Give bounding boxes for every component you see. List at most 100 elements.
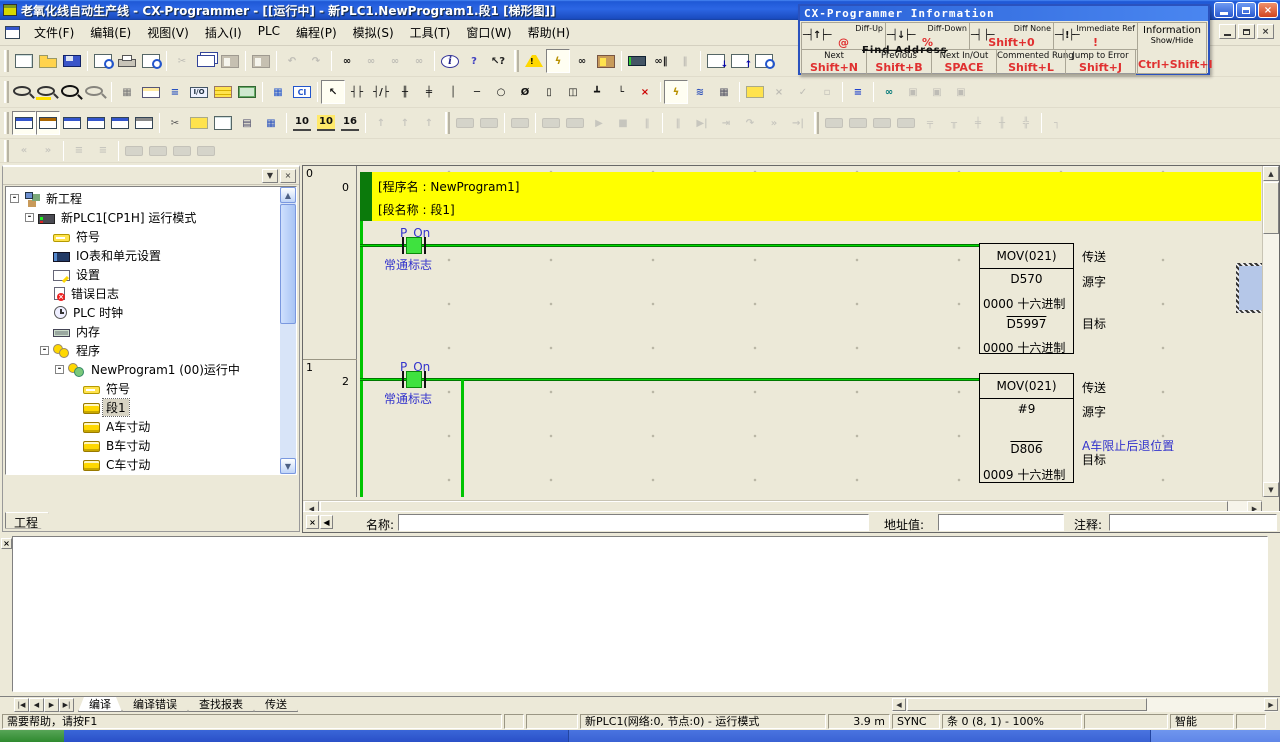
pause-trigger-button[interactable]: ≋ [688,80,712,104]
scroll-up-icon[interactable]: ▲ [280,187,296,203]
instruction-block-button[interactable]: ◫ [561,80,585,104]
output-tab-compile[interactable]: 编译 [78,697,122,712]
symbol-table-button[interactable]: ▦ [266,80,290,104]
cx-programmer-information-popup[interactable]: CX-Programmer Information ─┤↑├─Diff-Up@─… [798,4,1210,75]
rung1-mov-block[interactable]: MOV(021) #9 D806 0009 十六进制 [979,373,1074,483]
scroll-down-icon[interactable]: ▼ [280,458,296,474]
scroll-thumb[interactable] [280,204,296,324]
menu-item-7[interactable]: 工具(T) [402,21,459,44]
differential-monitor-button[interactable]: ≡ [846,80,870,104]
window-watch-button[interactable] [60,111,84,135]
instruction-button[interactable]: ▯ [537,80,561,104]
contact-nc-button[interactable]: ┤/├ [369,80,393,104]
child-minimize-button[interactable] [1219,24,1236,39]
tree-item-io-table[interactable]: IO表和单元设置 [6,246,296,265]
contact-or-no-button[interactable]: ╫ [393,80,417,104]
work-online-button[interactable]: ∞‖ [649,49,673,73]
line-connect-button[interactable]: └ [609,80,633,104]
find-warning-button[interactable]: ∞ [570,49,594,73]
menu-item-9[interactable]: 帮助(H) [520,21,578,44]
zoom-tool-button[interactable] [12,80,36,104]
output-tab-find-report[interactable]: 查找报表 [188,697,254,712]
tree-item-section-duan1[interactable]: 段1 [6,398,296,417]
contact-or-nc-button[interactable]: ╪ [417,80,441,104]
start-button-edge[interactable] [0,730,64,742]
horizontal-line-button[interactable]: ─ [465,80,489,104]
compile-button[interactable] [522,49,546,73]
output-tab-transfer[interactable]: 传送 [254,697,298,712]
compare-with-plc-button[interactable] [752,49,776,73]
expand-toggle-icon[interactable]: - [55,365,64,374]
tree-item-section-a-car[interactable]: A车寸动 [6,417,296,436]
tab-last-button[interactable]: ▶| [59,698,74,712]
scroll-down-icon[interactable]: ▼ [1263,482,1279,497]
rung1-contact[interactable] [402,371,426,388]
tree-item-symbols[interactable]: 符号 [6,227,296,246]
force-on-button[interactable] [743,80,767,104]
tree-item-plc-clock[interactable]: PLC 时钟 [6,303,296,322]
menu-item-3[interactable]: 插入(I) [197,21,250,44]
scroll-up-icon[interactable]: ▲ [1263,166,1279,181]
rung1-margin-cell[interactable]: 1 2 [303,360,357,497]
transfer-from-plc-button[interactable] [728,49,752,73]
tab-first-button[interactable]: |◀ [14,698,29,712]
close-button[interactable]: × [1258,2,1278,18]
new-button[interactable] [12,49,36,73]
line-delete-button[interactable]: × [633,80,657,104]
menu-item-8[interactable]: 窗口(W) [458,21,519,44]
compile-output-area[interactable] [12,536,1268,692]
compile-online-button[interactable]: ϟ [546,49,570,73]
restore-button[interactable] [1236,2,1256,18]
dialog-grid-button[interactable]: ▦ [259,111,283,135]
rung0-contact[interactable] [402,237,426,254]
expand-toggle-icon[interactable]: - [25,213,34,222]
dialog-list-button[interactable]: ▤ [235,111,259,135]
tab-prev-button[interactable]: ◀ [29,698,44,712]
window-cascade-button[interactable] [12,111,36,135]
scroll-thumb[interactable] [1263,182,1279,234]
menu-item-4[interactable]: PLC [250,21,288,44]
show-comments-button[interactable] [139,80,163,104]
invert-instruction-button[interactable]: ┻ [585,80,609,104]
program-structure-button[interactable] [235,80,259,104]
monitor-decimal-button[interactable]: 10 [290,111,314,135]
print-preview-button[interactable] [139,49,163,73]
selection-box[interactable] [1236,263,1263,313]
copy-button[interactable] [194,49,218,73]
workspace-close-button[interactable]: × [280,169,296,183]
child-restore-button[interactable] [1238,24,1255,39]
io-comment-view-button[interactable]: I/O [187,80,211,104]
tree-item-section-c-car[interactable]: C车寸动 [6,455,296,474]
zoom-marker-button[interactable] [36,80,60,104]
expand-toggle-icon[interactable]: - [10,194,19,203]
context-help-button[interactable]: ↖? [486,49,510,73]
tab-project[interactable]: 工程 [5,512,49,529]
rung-wrap-button[interactable]: ≡ [163,80,187,104]
split-window-button[interactable]: ✂ [163,111,187,135]
save-button[interactable] [60,49,84,73]
ladder-canvas[interactable]: [程序名 : NewProgram1] [段名称 : 段1] P_On 常通标志… [358,166,1263,497]
address-field[interactable] [938,514,1064,531]
window-output-button[interactable] [108,111,132,135]
tree-item-section-b-car[interactable]: B车寸动 [6,436,296,455]
child-close-button[interactable]: × [1257,24,1274,39]
monitor-online-button[interactable]: ϟ [664,80,688,104]
select-tool-button[interactable]: ↖ [321,80,345,104]
about-info-button[interactable]: i [438,49,462,73]
tree-item-section-hmi[interactable]: 人机控制 [6,474,296,475]
rung-shortcut-button[interactable] [211,80,235,104]
menu-item-5[interactable]: 编程(P) [288,21,345,44]
help-button[interactable]: ? [462,49,486,73]
workspace-dropdown-button[interactable]: ▼ [262,169,278,183]
vertical-line-button[interactable]: │ [441,80,465,104]
operand-bar-prev-button[interactable]: ◀ [320,515,333,529]
coil-nc-button[interactable]: Ø [513,80,537,104]
tree-item-plc[interactable]: -新PLC1[CP1H] 运行模式 [6,208,296,227]
menu-item-6[interactable]: 模拟(S) [345,21,402,44]
ladder-vscrollbar[interactable]: ▲ ▼ [1262,166,1279,497]
rung0-mov-block[interactable]: MOV(021) D570 0000 十六进制 D5997 0000 十六进制 [979,243,1074,354]
tree-scrollbar[interactable]: ▲ ▼ [280,187,296,474]
transfer-warning-button[interactable] [594,49,618,73]
menu-item-1[interactable]: 编辑(E) [82,21,139,44]
transfer-to-plc-button[interactable] [704,49,728,73]
